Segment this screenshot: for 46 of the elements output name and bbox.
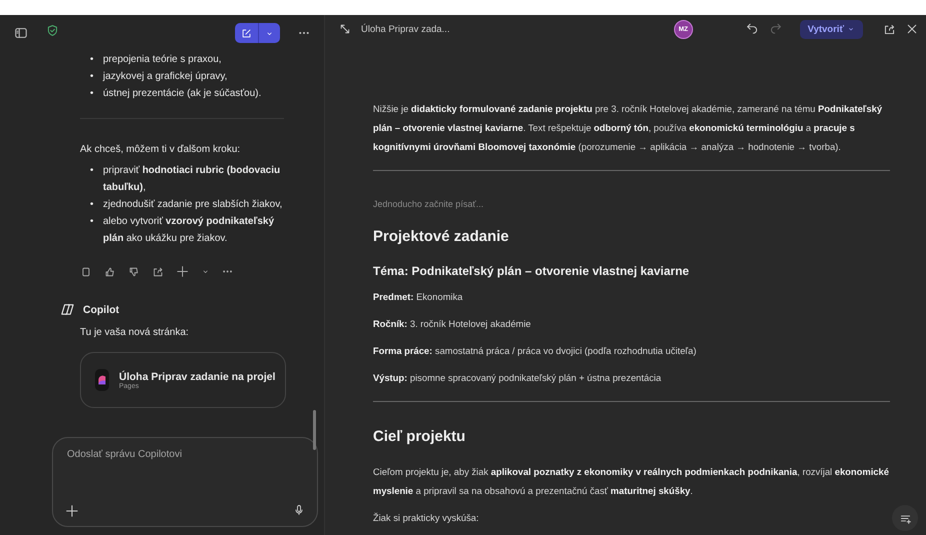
list-item: zjednodušiť zadanie pre slabších žiakov,	[103, 198, 282, 212]
paragraph: Nižšie je didakticky formulované zadanie projektu pre 3. ročník Hotelovej akadémie, zamerané na tému Podnikateľský plán – otvorenie vlastnej kaviarne. Text rešpektuje odborný tón, používa ekonomickú terminológiu a pracuje s kognitívnymi úrovňami Bloomovej taxonómie (porozumenie → aplikácia → analýza → hodnotenie → tvorba).	[373, 102, 884, 154]
sidebar-icon[interactable]	[14, 26, 28, 40]
paragraph: Predmet: Ekonomika	[373, 290, 464, 304]
bullet: •	[90, 215, 95, 229]
paragraph: Výstup: pisomne spracovaný podnikateľský plán + ústna prezentácia	[373, 371, 662, 385]
bullet: •	[90, 53, 95, 67]
paragraph: Forma práce: samostatná práca / práca vo dvojici (podľa rozhodnutia učiteľa)	[373, 344, 698, 358]
undo-icon[interactable]	[746, 21, 759, 34]
plus-icon[interactable]	[65, 504, 79, 518]
share-icon[interactable]	[883, 22, 896, 36]
message-text: Tu je vaša nová stránka:	[80, 327, 190, 338]
bullet: •	[90, 87, 95, 101]
microphone-icon[interactable]	[293, 504, 305, 516]
assistant-name: Copilot	[83, 304, 120, 316]
section-heading: Projektové zadanie	[373, 227, 510, 247]
thumbs-down-icon[interactable]	[128, 266, 140, 278]
message-input[interactable]: Odoslať správu Copilotovi	[65, 448, 309, 461]
copy-icon[interactable]	[80, 266, 92, 278]
list-item: prepojenia teórie s praxou,	[103, 53, 222, 67]
paragraph: Žiak si prakticky vyskúša:	[373, 511, 480, 525]
page-title: Úloha Priprav zada...	[361, 24, 451, 34]
plus-icon[interactable]	[176, 265, 189, 278]
message-text: Ak chceš, môžem ti v ďalšom kroku:	[80, 143, 242, 157]
card-title: Úloha Priprav zadanie na projel	[119, 370, 276, 382]
bullet: •	[90, 198, 95, 212]
list-item: ústnej prezentácie (ak je súčasťou).	[103, 87, 262, 101]
create-button[interactable]: Vytvoriť	[800, 20, 863, 38]
copilot-logo-icon	[60, 302, 75, 317]
paragraph: Cieľom projektu je, aby žiak aplikoval poznatky z ekonomiky v reálnych podmienkach podnikania, rozvíjal ekonomické myslenie a pripravil sa na obsahovú a prezentačnú časť maturitnej skúšky.	[373, 465, 890, 498]
shield-check-icon	[46, 24, 59, 37]
share-icon[interactable]	[152, 266, 164, 278]
floating-button[interactable]	[892, 505, 918, 531]
thumbs-up-icon[interactable]	[104, 266, 116, 278]
topic-heading: Téma: Podnikateľský plán – otvorenie vlastnej kaviarne	[373, 263, 690, 280]
bullet: •	[90, 70, 95, 84]
section-heading: Cieľ projektu	[373, 427, 466, 447]
expand-icon[interactable]	[339, 23, 351, 35]
bullet: •	[90, 164, 95, 178]
paragraph: Ročník: 3. ročník Hotelovej akadémie	[373, 317, 532, 331]
edit-icon[interactable]	[241, 28, 252, 38]
list-item: alebo vytvoriť vzorový podnikateľský plán ako ukážku pre žiakov.	[103, 215, 276, 246]
placeholder-text[interactable]: Jednoducho začnite písať...	[373, 195, 890, 214]
close-icon[interactable]	[906, 23, 918, 35]
list-item: jazykovej a grafickej úpravy,	[103, 70, 228, 84]
new-chat-button[interactable]	[235, 23, 280, 43]
